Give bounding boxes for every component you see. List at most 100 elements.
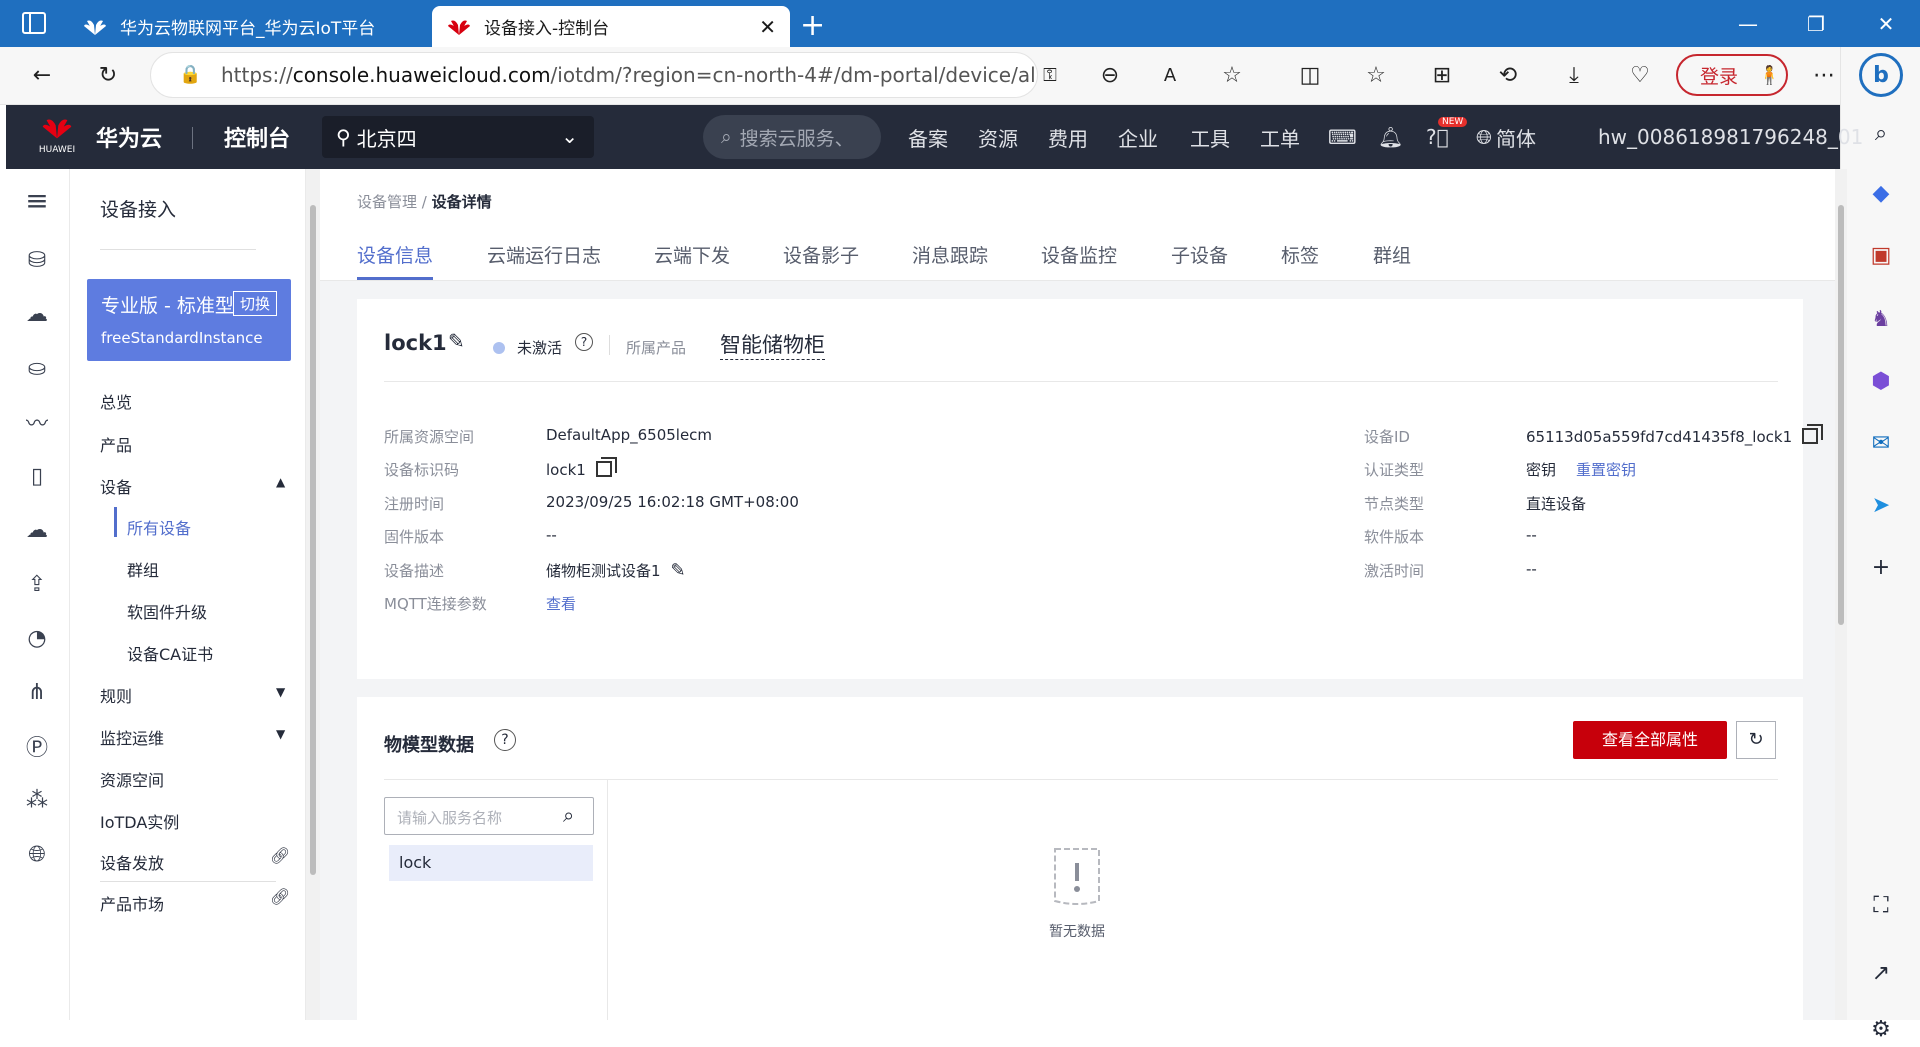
bing-copilot-icon[interactable]: b: [1859, 53, 1903, 97]
restore-button[interactable]: ❐: [1782, 0, 1850, 47]
menu-scroll-thumb[interactable]: [310, 205, 316, 875]
download-icon[interactable]: ⤓: [1554, 55, 1594, 95]
zoom-icon[interactable]: ⊖: [1090, 55, 1130, 95]
cluster-icon[interactable]: ⁂: [22, 785, 52, 815]
region-select[interactable]: ⚲ 北京四 ⌄: [322, 116, 594, 158]
menu-item-groups[interactable]: 群组: [127, 557, 159, 581]
refresh-icon[interactable]: ↻: [88, 55, 128, 95]
help-icon[interactable]: ?: [575, 333, 593, 351]
key-icon[interactable]: ⚿: [1030, 55, 1070, 95]
gauge-icon[interactable]: ◔: [22, 623, 52, 653]
tab-cloud-logs[interactable]: 云端运行日志: [487, 241, 601, 268]
nav-billing[interactable]: 费用: [1048, 105, 1088, 169]
monitor-wave-icon[interactable]: 〰: [22, 407, 52, 437]
cloud-upload-icon[interactable]: ⇪: [22, 569, 52, 599]
service-list-item[interactable]: lock: [389, 845, 593, 881]
language-switch[interactable]: 🌐︎ 简体: [1476, 105, 1536, 169]
back-arrow-icon[interactable]: ←: [22, 55, 62, 95]
cloud-shell-icon[interactable]: ⌨: [1328, 105, 1357, 169]
tab-sub-devices[interactable]: 子设备: [1171, 241, 1228, 268]
nav-tickets[interactable]: 工单: [1260, 105, 1300, 169]
help-icon[interactable]: ?: [494, 729, 516, 751]
external-link-icon[interactable]: ↗: [1863, 955, 1899, 991]
reset-secret-link[interactable]: 重置密钥: [1576, 461, 1636, 479]
cloud-service-search[interactable]: ⌕ 搜索云服务、: [703, 115, 881, 159]
globe-www-icon[interactable]: 🌐︎: [22, 839, 52, 869]
close-window-button[interactable]: ✕: [1852, 0, 1920, 47]
menu-item-marketplace[interactable]: 产品市场: [100, 891, 164, 915]
split-screen-icon[interactable]: ◫: [1290, 55, 1330, 95]
close-tab-icon[interactable]: ✕: [751, 15, 776, 39]
user-account[interactable]: hw_008618981796248_01: [1598, 105, 1863, 169]
nav-filing[interactable]: 备案: [908, 105, 948, 169]
nav-enterprise[interactable]: 企业: [1118, 105, 1158, 169]
outlook-icon[interactable]: ✉: [1863, 425, 1899, 461]
new-tab-button[interactable]: +: [800, 8, 825, 43]
main-scroll-thumb[interactable]: [1838, 205, 1844, 625]
service-search-input[interactable]: 请输入服务名称 ⌕: [384, 797, 594, 835]
add-panel-icon[interactable]: +: [1863, 549, 1899, 585]
nav-resources[interactable]: 资源: [978, 105, 1018, 169]
more-options-icon[interactable]: ⋯: [1804, 55, 1844, 95]
menu-item-firmware-upgrade[interactable]: 软固件升级: [127, 599, 207, 623]
menu-item-devices[interactable]: 设备: [100, 474, 132, 498]
breadcrumb-parent[interactable]: 设备管理: [357, 193, 417, 211]
database-icon[interactable]: ⛀: [22, 353, 52, 383]
product-link[interactable]: 智能储物柜: [720, 329, 825, 360]
help-icon[interactable]: ?⃝: [1426, 105, 1449, 169]
menu-item-ca-cert[interactable]: 设备CA证书: [127, 641, 213, 665]
server-icon[interactable]: ⛁: [22, 245, 52, 275]
history-icon[interactable]: ⟲: [1488, 55, 1528, 95]
copy-icon[interactable]: [595, 457, 617, 477]
nav-tools[interactable]: 工具: [1190, 105, 1230, 169]
read-aloud-icon[interactable]: A: [1150, 55, 1190, 95]
minimize-button[interactable]: —: [1714, 0, 1782, 47]
mqtt-view-link[interactable]: 查看: [546, 593, 576, 614]
refresh-button[interactable]: ↻: [1736, 721, 1776, 759]
collections-icon[interactable]: ⊞: [1422, 55, 1462, 95]
games-icon[interactable]: ♞: [1863, 301, 1899, 337]
performance-icon[interactable]: ♡: [1620, 55, 1660, 95]
login-button[interactable]: 登录 🧍: [1676, 54, 1788, 96]
tab-device-shadow[interactable]: 设备影子: [783, 241, 859, 268]
console-title[interactable]: 控制台: [224, 105, 290, 169]
ip-icon[interactable]: Ⓟ: [22, 731, 52, 761]
send-icon[interactable]: ➤: [1863, 487, 1899, 523]
instance-plan-card[interactable]: 专业版 - 标准型 切换 freeStandardInstance: [87, 279, 291, 361]
screenshot-icon[interactable]: ⛶: [1863, 887, 1899, 923]
storage-icon[interactable]: ▯: [22, 461, 52, 491]
cloud-outline-icon[interactable]: ☁︎: [22, 515, 52, 545]
hamburger-menu-icon[interactable]: ≡: [22, 184, 52, 217]
menu-scrollbar[interactable]: [306, 169, 320, 1020]
tab-device-info[interactable]: 设备信息: [357, 241, 433, 268]
cloud-icon[interactable]: ☁︎: [22, 299, 52, 329]
notification-bell-icon[interactable]: 🔔︎: [1378, 105, 1403, 169]
tab-groups[interactable]: 群组: [1373, 241, 1411, 268]
tab-message-trace[interactable]: 消息跟踪: [912, 241, 988, 268]
tab-actions-icon[interactable]: [22, 12, 46, 34]
brand-name[interactable]: 华为云: [96, 105, 162, 169]
view-all-properties-button[interactable]: 查看全部属性: [1573, 721, 1727, 759]
menu-item-iotda-instance[interactable]: IoTDA实例: [100, 809, 179, 833]
url-field[interactable]: 🔒 https://console.huaweicloud.com/iotdm/…: [150, 52, 1038, 98]
office-icon[interactable]: ⬢: [1863, 363, 1899, 399]
tab-device-monitor[interactable]: 设备监控: [1041, 241, 1117, 268]
network-icon[interactable]: ⋔: [22, 677, 52, 707]
shopping-tag-icon[interactable]: ◆: [1863, 175, 1899, 211]
menu-item-rules[interactable]: 规则: [100, 683, 132, 707]
favorites-icon[interactable]: ☆: [1356, 55, 1396, 95]
favorite-star-icon[interactable]: ☆: [1212, 55, 1252, 95]
search-icon[interactable]: ⌕: [1863, 115, 1899, 151]
menu-item-overview[interactable]: 总览: [100, 389, 132, 413]
copy-icon[interactable]: [1802, 424, 1824, 444]
tab-cloud-command[interactable]: 云端下发: [654, 241, 730, 268]
edit-description-icon[interactable]: ✎: [671, 560, 686, 581]
menu-item-products[interactable]: 产品: [100, 432, 132, 456]
main-scrollbar[interactable]: [1835, 169, 1847, 1020]
menu-item-provisioning[interactable]: 设备发放: [100, 850, 164, 874]
menu-item-resource-space[interactable]: 资源空间: [100, 767, 164, 791]
tab-tags[interactable]: 标签: [1281, 241, 1319, 268]
browser-tab-console[interactable]: 设备接入-控制台 ✕: [432, 6, 790, 47]
edit-name-icon[interactable]: ✎: [448, 329, 465, 353]
tools-icon[interactable]: ▣: [1863, 237, 1899, 273]
